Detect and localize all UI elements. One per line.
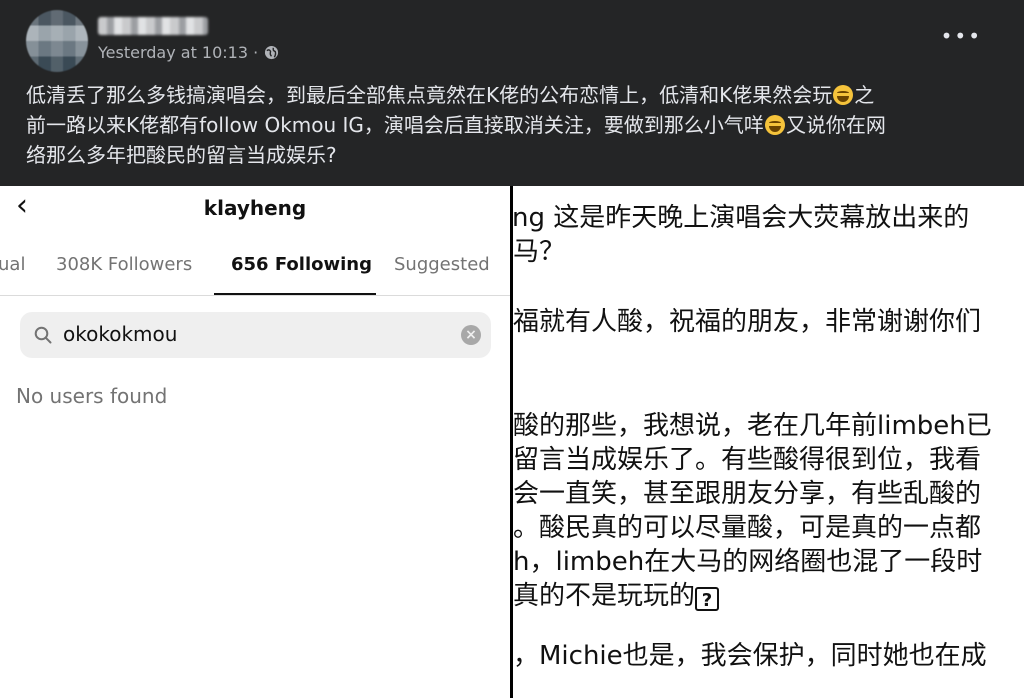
post-meta: Yesterday at 10:13 ·: [98, 43, 279, 62]
author-name-blurred[interactable]: [98, 17, 208, 35]
tab-suggested[interactable]: Suggested: [394, 254, 490, 275]
post-line-2: 前一路以来K佬都有follow Okmou IG，演唱会后直接取消关注，要做到那…: [26, 113, 886, 137]
text-line: h，limbeh在大马的网络圈也混了一段时: [513, 547, 983, 577]
search-icon: [34, 326, 52, 344]
laughing-emoji-icon: [833, 85, 854, 105]
rolling-laughing-emoji-icon: [764, 115, 785, 135]
text-line: 。酸民真的可以尽量酸，可是真的一点都: [513, 513, 982, 543]
text-post-screenshot: ng 这是昨天晚上演唱会大荧幕放出来的 马？ 福就有人酸，祝福的朋友，非常谢谢你…: [513, 186, 1024, 698]
post-body: 低清丢了那么多钱搞演唱会，到最后全部焦点竟然在K佬的公布恋情上，低清和K佬果然会…: [26, 80, 1001, 170]
tab-followers[interactable]: 308K Followers: [56, 254, 192, 275]
globe-icon: [265, 45, 279, 60]
profile-tabs: ual 308K Followers 656 Following Suggest…: [0, 246, 510, 296]
author-avatar[interactable]: [26, 10, 88, 72]
text-line: 酸的那些，我想说，老在几年前limbeh已: [513, 411, 992, 441]
search-query[interactable]: okokokmou: [63, 322, 177, 346]
more-options-button[interactable]: •••: [941, 24, 982, 48]
empty-results-message: No users found: [16, 384, 168, 408]
post-line-3: 络那么多年把酸民的留言当成娱乐?: [26, 143, 337, 167]
unknown-glyph-icon: ?: [695, 587, 720, 611]
tab-following[interactable]: 656 Following: [231, 254, 372, 275]
text-line: 会一直笑，甚至跟朋友分享，有些乱酸的: [513, 479, 982, 509]
text-line: 留言当成娱乐了。有些酸得很到位，我看: [513, 445, 982, 475]
text-line: ，Michie也是，我会保护，同时她也在成: [513, 641, 987, 671]
facebook-post-header: Yesterday at 10:13 · ••• 低清丢了那么多钱搞演唱会，到最…: [0, 0, 1024, 186]
text-line: 真的不是玩玩的?: [513, 580, 720, 612]
tabs-divider: [0, 295, 510, 296]
profile-username: klayheng: [203, 196, 307, 220]
post-timestamp[interactable]: Yesterday at 10:13 ·: [98, 43, 258, 62]
instagram-following-screenshot: ‹ klayheng ual 308K Followers 656 Follow…: [0, 186, 510, 698]
post-line-1: 低清丢了那么多钱搞演唱会，到最后全部焦点竟然在K佬的公布恋情上，低清和K佬果然会…: [26, 83, 875, 107]
text-line: 福就有人酸，祝福的朋友，非常谢谢你们: [513, 307, 982, 337]
text-line: 马？: [513, 237, 566, 267]
tab-mutual[interactable]: ual: [0, 254, 25, 275]
text-line: ng 这是昨天晚上演唱会大荧幕放出来的: [513, 203, 970, 233]
clear-search-icon[interactable]: ×: [461, 325, 481, 345]
following-search-input[interactable]: okokokmou ×: [20, 312, 491, 358]
